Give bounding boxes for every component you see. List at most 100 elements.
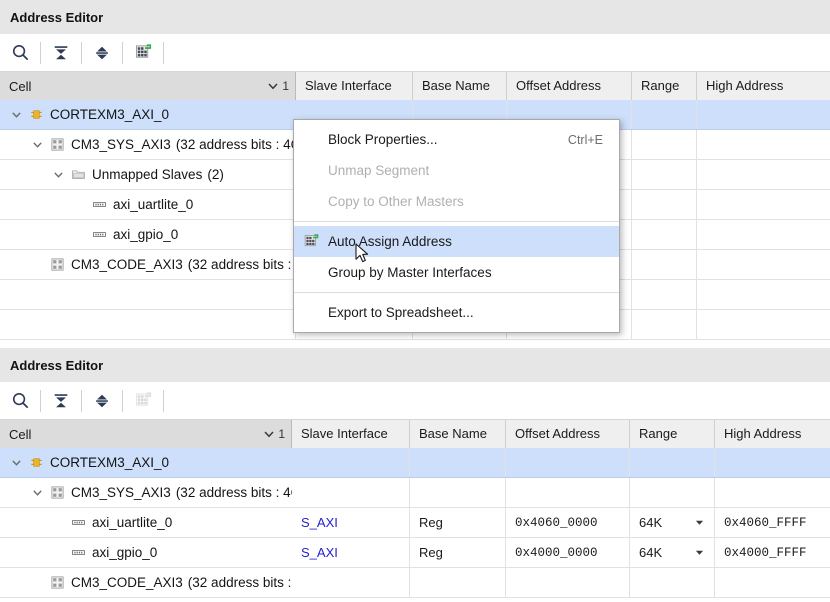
cell-tree[interactable]: axi_gpio_0 [0, 220, 296, 249]
cell-range[interactable] [632, 220, 697, 249]
table-row[interactable]: axi_uartlite_0S_AXIReg0x4060_000064K0x40… [0, 508, 830, 538]
column-header-label: Offset Address [516, 78, 601, 93]
menu-item-group-by-master-interfaces[interactable]: Group by Master Interfaces [294, 257, 619, 288]
column-header-base-name[interactable]: Base Name [410, 420, 506, 448]
column-header-label: Base Name [419, 426, 487, 441]
cell-base-name[interactable]: Reg [410, 538, 506, 567]
cell-tree[interactable]: CORTEXM3_AXI_0 [0, 100, 296, 129]
cell-offset-address[interactable]: 0x4000_0000 [506, 538, 630, 567]
cell-offset-address[interactable]: 0x4060_0000 [506, 508, 630, 537]
column-header-range[interactable]: Range [630, 420, 715, 448]
cell-offset-address[interactable] [506, 568, 630, 597]
range-dropdown-button[interactable] [695, 545, 704, 560]
cell-high-address[interactable] [697, 160, 830, 189]
cell-tree[interactable]: CM3_CODE_AXI3(32 address bits : 4G) [0, 250, 296, 279]
row-icon-wrapper [70, 167, 86, 183]
cell-tree[interactable]: axi_uartlite_0 [0, 508, 292, 537]
column-header-cell[interactable]: Cell 1 [0, 420, 292, 448]
cell-empty[interactable] [632, 280, 697, 309]
menu-item-block-properties[interactable]: Block Properties...Ctrl+E [294, 124, 619, 155]
column-header-high-address[interactable]: High Address [715, 420, 830, 448]
cell-high-address[interactable] [697, 250, 830, 279]
column-header-cell[interactable]: Cell 1 [0, 72, 296, 100]
cell-base-name[interactable]: Reg [410, 508, 506, 537]
expand-all-button[interactable] [82, 34, 122, 72]
column-header-offset-address[interactable]: Offset Address [507, 72, 632, 100]
toolbar-bottom [0, 382, 830, 420]
cell-tree[interactable]: Unmapped Slaves(2) [0, 160, 296, 189]
cell-empty[interactable] [632, 310, 697, 339]
table-row[interactable]: axi_gpio_0S_AXIReg0x4000_000064K0x4000_F… [0, 538, 830, 568]
twisty-placeholder [50, 515, 66, 531]
cell-range[interactable]: 64K [630, 538, 715, 567]
cell-tree[interactable]: CM3_CODE_AXI3(32 address bits : 4G) [0, 568, 292, 597]
search-button[interactable] [0, 382, 40, 420]
expand-all-button[interactable] [82, 382, 122, 420]
cell-empty[interactable] [697, 310, 830, 339]
cell-base-name[interactable] [410, 568, 506, 597]
twisty-expanded-icon[interactable] [29, 137, 45, 153]
cell-slave-interface[interactable] [292, 568, 410, 597]
cell-high-address[interactable] [715, 448, 830, 477]
cell-slave-interface[interactable]: S_AXI [292, 508, 410, 537]
range-dropdown-button[interactable] [695, 515, 704, 530]
menu-item-export-to-spreadsheet[interactable]: Export to Spreadsheet... [294, 297, 619, 328]
cell-range[interactable] [632, 130, 697, 159]
cell-base-name[interactable] [410, 478, 506, 507]
cell-slave-interface[interactable] [292, 448, 410, 477]
column-header-offset-address[interactable]: Offset Address [506, 420, 630, 448]
cell-range[interactable] [632, 100, 697, 129]
cell-tree[interactable]: CORTEXM3_AXI_0 [0, 448, 292, 477]
collapse-all-button[interactable] [41, 382, 81, 420]
cell-high-address[interactable] [697, 100, 830, 129]
column-header-slave-interface[interactable]: Slave Interface [296, 72, 413, 100]
chevron-down-icon [32, 487, 43, 498]
cell-high-address[interactable] [697, 220, 830, 249]
port-icon [92, 227, 107, 242]
cell-high-address[interactable]: 0x4000_FFFF [715, 538, 830, 567]
cell-range[interactable] [630, 448, 715, 477]
search-button[interactable] [0, 34, 40, 72]
column-header-base-name[interactable]: Base Name [413, 72, 507, 100]
cell-range[interactable] [630, 478, 715, 507]
cell-offset-address[interactable] [506, 478, 630, 507]
cell-empty[interactable] [697, 280, 830, 309]
collapse-all-button[interactable] [41, 34, 81, 72]
cell-offset-address[interactable] [506, 448, 630, 477]
cell-tree[interactable]: axi_uartlite_0 [0, 190, 296, 219]
column-header-slave-interface[interactable]: Slave Interface [292, 420, 410, 448]
twisty-expanded-icon[interactable] [8, 107, 24, 123]
cell-base-name[interactable] [410, 448, 506, 477]
cell-empty[interactable] [0, 280, 296, 309]
sort-indicator[interactable]: 1 [267, 73, 289, 100]
cell-tree[interactable]: CM3_SYS_AXI3(32 address bits : 4G) [0, 130, 296, 159]
cell-empty[interactable] [0, 310, 296, 339]
twisty-expanded-icon[interactable] [50, 167, 66, 183]
cell-tree[interactable]: axi_gpio_0 [0, 538, 292, 567]
table-row[interactable]: CORTEXM3_AXI_0 [0, 448, 830, 478]
menu-item-auto-assign-address[interactable]: Auto Assign Address [294, 226, 619, 257]
cell-slave-interface[interactable]: S_AXI [292, 538, 410, 567]
port-icon [71, 545, 86, 560]
cell-range[interactable] [632, 190, 697, 219]
cell-tree[interactable]: CM3_SYS_AXI3(32 address bits : 4G) [0, 478, 292, 507]
column-header-range[interactable]: Range [632, 72, 697, 100]
cell-range[interactable] [630, 568, 715, 597]
cell-high-address[interactable] [697, 130, 830, 159]
cell-range[interactable]: 64K [630, 508, 715, 537]
cell-slave-interface[interactable] [292, 478, 410, 507]
table-row[interactable]: CM3_SYS_AXI3(32 address bits : 4G) [0, 478, 830, 508]
cell-high-address[interactable]: 0x4060_FFFF [715, 508, 830, 537]
sort-indicator[interactable]: 1 [263, 421, 285, 448]
twisty-expanded-icon[interactable] [8, 455, 24, 471]
cell-high-address[interactable] [697, 190, 830, 219]
column-header-high-address[interactable]: High Address [697, 72, 830, 100]
table-row[interactable]: CM3_CODE_AXI3(32 address bits : 4G) [0, 568, 830, 598]
cell-range[interactable] [632, 250, 697, 279]
context-menu[interactable]: Block Properties...Ctrl+EUnmap SegmentCo… [293, 119, 620, 333]
cell-high-address[interactable] [715, 478, 830, 507]
twisty-expanded-icon[interactable] [29, 485, 45, 501]
cell-high-address[interactable] [715, 568, 830, 597]
auto-assign-address-button[interactable] [123, 34, 163, 72]
cell-range[interactable] [632, 160, 697, 189]
